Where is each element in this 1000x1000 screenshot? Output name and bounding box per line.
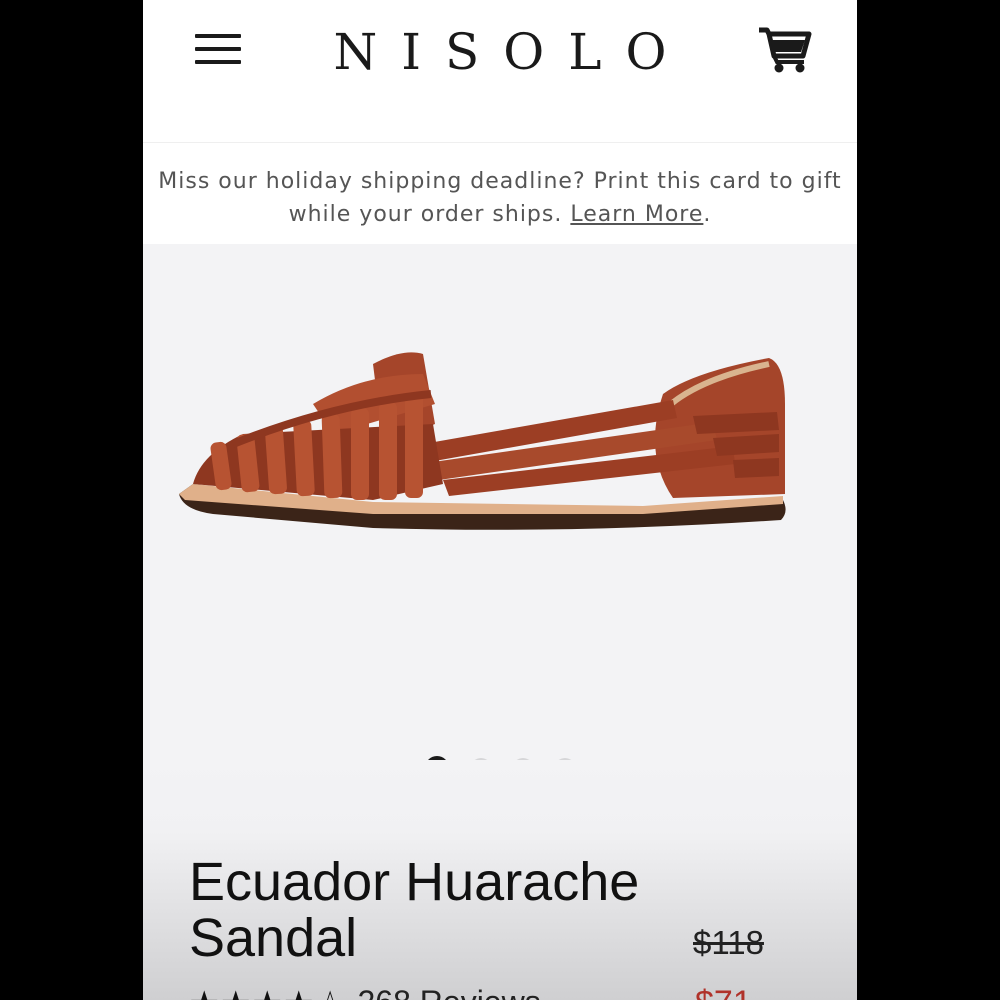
shopping-cart-icon <box>759 27 812 73</box>
site-header: NISOLO <box>143 0 857 142</box>
original-price: $118 <box>693 924 764 961</box>
product-info: Ecuador Huarache Sandal $118 $71 ★★★★☆ 2… <box>143 760 857 1000</box>
letterbox-right <box>857 0 1000 1000</box>
promo-text: Miss our holiday shipping deadline? Prin… <box>158 169 842 227</box>
reviews-link[interactable]: 268 Reviews <box>358 984 541 1000</box>
product-image-carousel[interactable] <box>143 244 857 840</box>
mobile-page: NISOLO Miss our holiday shipping deadlin… <box>143 0 857 1000</box>
letterbox-left <box>0 0 143 1000</box>
product-image <box>179 352 786 530</box>
rating-row[interactable]: ★★★★☆ 268 Reviews <box>189 984 541 1000</box>
product-title: Ecuador Huarache Sandal <box>189 852 640 968</box>
learn-more-link[interactable]: Learn More <box>570 202 703 227</box>
star-rating: ★★★★☆ <box>189 984 346 1000</box>
cart-button[interactable] <box>757 26 813 74</box>
promo-banner: Miss our holiday shipping deadline? Prin… <box>143 142 857 244</box>
brand-logo[interactable]: NISOLO <box>143 22 857 82</box>
sale-price: $71 <box>695 984 752 1000</box>
promo-period: . <box>703 202 712 227</box>
